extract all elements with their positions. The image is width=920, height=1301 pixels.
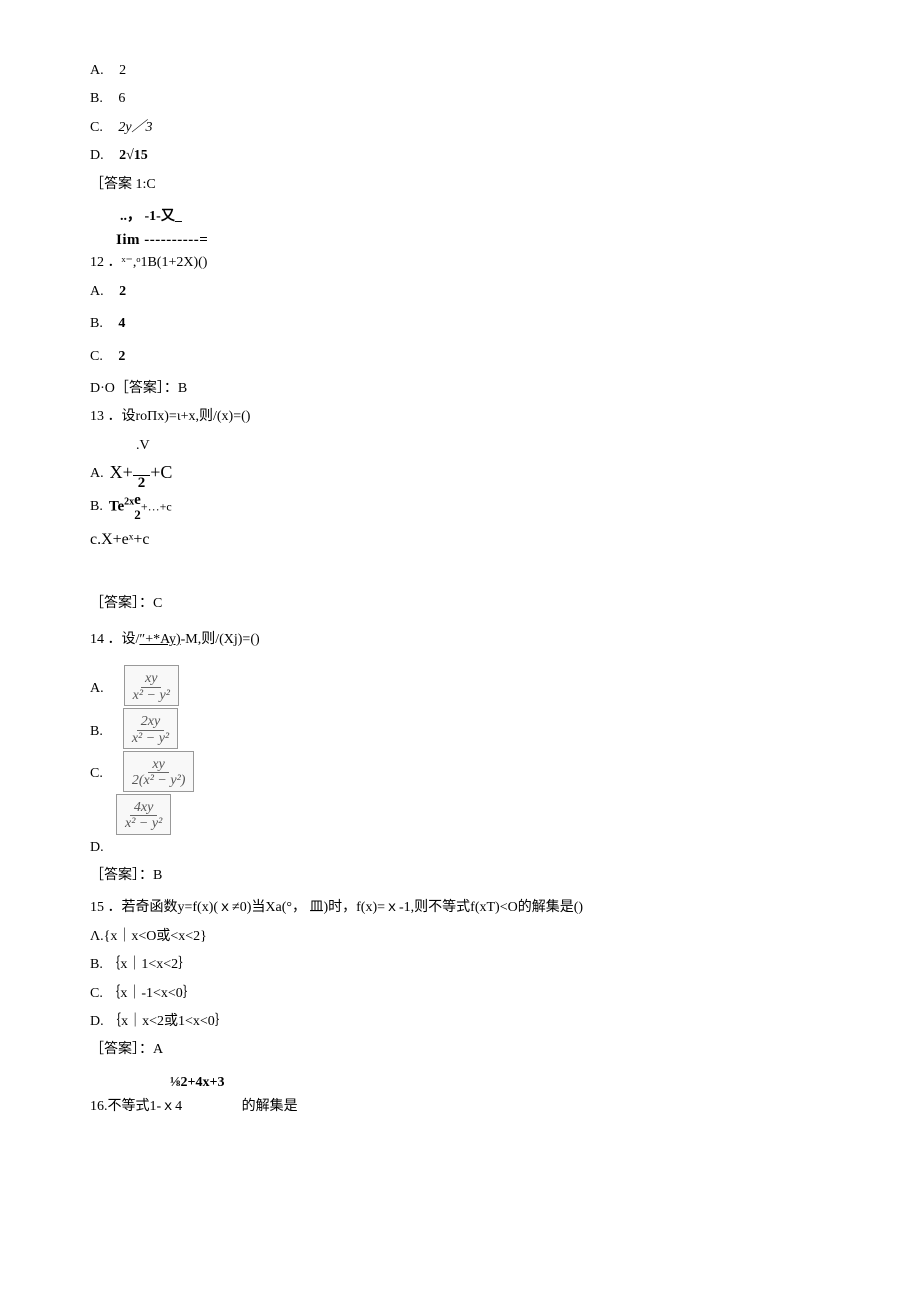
q11-option-b: B. 6 — [90, 88, 830, 110]
q14-option-a: A. xy x² − y² — [90, 665, 830, 706]
q13-b-e: e — [134, 493, 141, 508]
option-label: A. — [90, 678, 104, 706]
q12-expression: ..， -1-又_ Iim ----------= 12 ．ˣ⁻,ᵒ1B(1+2… — [90, 206, 830, 275]
q13-options: .V A. X+ 2+C B. Te2xe2+…+c c.X+eˣ+c — [90, 435, 830, 553]
q16-superscript-expr: ⅛2+4x+3 — [170, 1072, 830, 1094]
q13-b-expr: Te2xe2+…+c — [109, 493, 172, 521]
q16-right: 的解集是 — [242, 1099, 298, 1114]
option-text: 2 — [118, 349, 125, 364]
frac-num: xy — [148, 757, 168, 773]
q14-stem-pre: 14 ．设/ — [90, 632, 139, 647]
option-label: B. — [90, 316, 103, 331]
q13-b-sup: 2x — [124, 497, 134, 508]
q15-answer: ［答案］：A — [90, 1039, 830, 1061]
option-label: C. — [90, 120, 103, 135]
q14-option-c: C. xy 2(x² − y²) — [90, 751, 830, 792]
frac-num: xy — [141, 671, 161, 687]
q12-stem: 12 ．ˣ⁻,ᵒ1B(1+2X)() — [90, 252, 830, 274]
option-text: 2y／3 — [118, 120, 152, 135]
frac-den: x² − y² — [129, 688, 174, 703]
fraction-box: 4xy x² − y² — [116, 794, 171, 835]
q13-option-c: c.X+eˣ+c — [90, 527, 830, 553]
option-label: D. — [90, 148, 104, 163]
option-label: B. — [90, 91, 103, 106]
fraction-box: 2xy x² − y² — [123, 708, 178, 749]
q15-stem: 15 ．若奇函数y=f(x)(ｘ≠0)当Xa(°， 皿)时，f(x)=ｘ-1,则… — [90, 897, 830, 919]
option-label: C. — [90, 763, 103, 791]
frac-den: x² − y² — [128, 731, 173, 746]
q14-option-d-label: D. — [90, 837, 830, 859]
q12-option-c: C. 2 — [90, 346, 830, 368]
q14-stem: 14 ．设/″+*Ay)-M,则/(Xj)=() — [90, 629, 830, 651]
q12-option-b: B. 4 — [90, 313, 830, 335]
q14-option-b: B. 2xy x² − y² — [90, 708, 830, 749]
q14-answer: ［答案］：B — [90, 865, 830, 887]
fraction-box: xy x² − y² — [124, 665, 179, 706]
q13-b-u2: 2 — [134, 508, 141, 521]
q13-option-a: A. X+ 2+C — [90, 457, 830, 491]
q15-option-a: Λ.{x｜x<O或<x<2} — [90, 926, 830, 948]
frac-num: 2xy — [137, 714, 164, 730]
q11-option-a: A. 2 — [90, 60, 830, 82]
q13-a-right: +C — [150, 462, 172, 482]
option-text: 4 — [118, 316, 125, 331]
q13-stem: 13 ．设roΠx)=ι+x,则/(x)=() — [90, 406, 830, 428]
q15-option-c: C. ｛x｜-1<x<0｝ — [90, 983, 830, 1005]
option-text: 6 — [118, 91, 125, 106]
q12-option-d-answer: D·O［答案］：B — [90, 378, 830, 400]
option-label: C. — [90, 349, 103, 364]
q11-answer: ［答案 1:C — [90, 174, 830, 196]
q15-option-d: D. ｛x｜x<2或1<x<0｝ — [90, 1011, 830, 1033]
q13-a-expr: X+ 2+C — [110, 457, 173, 491]
q11-option-c: C. 2y／3 — [90, 117, 830, 139]
q12-expr-line2: Iim ----------= — [116, 228, 830, 252]
q14-stem-post: -M,则/(Xj)=() — [181, 632, 260, 647]
q13-a-left: X+ — [110, 462, 133, 482]
q13-a-numerator: .V — [136, 435, 830, 457]
q14-option-d-frac: 4xy x² − y² — [90, 794, 830, 835]
option-label: A. — [90, 463, 104, 485]
q13-b-right: +…+c — [141, 500, 172, 514]
frac-num: 4xy — [130, 800, 157, 816]
q16-stem: 16.不等式1-ｘ4 的解集是 — [90, 1096, 830, 1118]
q16: ⅛2+4x+3 16.不等式1-ｘ4 的解集是 — [90, 1072, 830, 1119]
q12-expr-line1: ..， -1-又_ — [120, 206, 830, 228]
q16-left: 16.不等式1-ｘ4 — [90, 1099, 182, 1114]
fraction-box: xy 2(x² − y²) — [123, 751, 195, 792]
option-text: 2 — [119, 284, 126, 299]
option-label: A. — [90, 284, 104, 299]
q13-b-left: Te — [109, 499, 124, 515]
option-label: B. — [90, 721, 103, 749]
q14-options: A. xy x² − y² B. 2xy x² − y² C. xy 2(x² … — [90, 665, 830, 859]
q13-answer: ［答案］：C — [90, 593, 830, 615]
q15-option-b: B. ｛x｜1<x<2｝ — [90, 954, 830, 976]
q14-stem-under: ″+*Ay) — [139, 632, 180, 647]
option-text: 2√15 — [119, 148, 148, 163]
option-label: A. — [90, 63, 104, 78]
q12-option-a: A. 2 — [90, 281, 830, 303]
frac-den: x² − y² — [121, 816, 166, 831]
option-label: B. — [90, 496, 103, 518]
q13-option-b: B. Te2xe2+…+c — [90, 493, 830, 521]
q13-a-den: 2 — [136, 476, 148, 491]
option-text: 2 — [119, 63, 126, 78]
frac-den: 2(x² − y²) — [128, 773, 190, 788]
q11-option-d: D. 2√15 — [90, 145, 830, 167]
